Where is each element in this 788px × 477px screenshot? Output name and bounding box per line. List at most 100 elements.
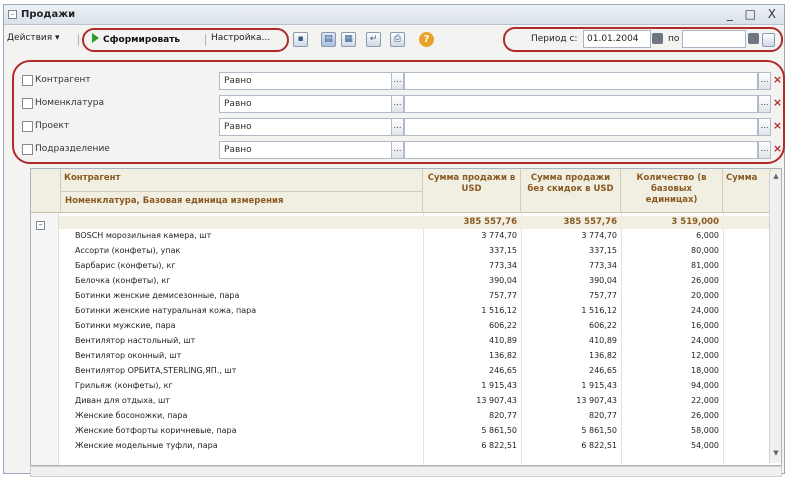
total-sum-no-discount: 385 557,76 — [563, 217, 617, 227]
export-icon[interactable]: ↵ — [366, 32, 381, 47]
window-title: Продажи — [21, 9, 76, 20]
filter-checkbox[interactable] — [22, 144, 33, 155]
clear-icon[interactable]: × — [772, 74, 783, 87]
condition-select-button[interactable]: … — [391, 141, 404, 159]
item-quantity: 81,000 — [691, 261, 719, 270]
item-sum-usd: 1 915,43 — [481, 381, 517, 390]
report-option-icon[interactable]: ▪ — [293, 32, 308, 47]
table-row[interactable]: Вентилятор оконный, шт 136,82 136,82 12,000 — [59, 350, 781, 363]
total-sum-usd: 385 557,76 — [463, 217, 517, 227]
header-group-nomenclature[interactable]: Номенклатура, Базовая единица измерения — [65, 196, 283, 206]
item-quantity: 6,000 — [696, 231, 719, 240]
item-quantity: 26,000 — [691, 276, 719, 285]
vertical-scrollbar[interactable]: ▲ ▼ — [769, 172, 781, 463]
scroll-down-icon[interactable]: ▼ — [771, 449, 781, 460]
clear-icon[interactable]: × — [772, 143, 783, 156]
table-row[interactable]: Грильяж (конфеты), кг 1 915,43 1 915,43 94,… — [59, 380, 781, 393]
item-sum-no-discount: 337,15 — [589, 246, 617, 255]
item-sum-no-discount: 606,22 — [589, 321, 617, 330]
filter-value-field[interactable] — [404, 95, 758, 113]
condition-select-button[interactable]: … — [391, 118, 404, 136]
filter-checkbox[interactable] — [22, 75, 33, 86]
print-icon[interactable]: ⎙ — [390, 32, 405, 47]
item-sum-no-discount: 757,77 — [589, 291, 617, 300]
item-sum-usd: 6 822,51 — [481, 441, 517, 450]
filter-row: Номенклатура Равно … … × — [12, 95, 784, 113]
filter-value-field[interactable] — [404, 72, 758, 90]
clear-icon[interactable]: × — [772, 120, 783, 133]
window-controls[interactable]: _ □ X — [727, 7, 780, 21]
table-row[interactable]: Женские босоножки, пара 820,77 820,77 26,00… — [59, 410, 781, 423]
clear-icon[interactable]: × — [772, 97, 783, 110]
table-row[interactable]: Ботинки женские натуральная кожа, пара 1 … — [59, 305, 781, 318]
filter-value-field[interactable] — [404, 118, 758, 136]
toolbar-separator — [78, 34, 79, 46]
item-name: Женские ботфорты коричневые, пара — [75, 426, 237, 435]
item-quantity: 24,000 — [691, 336, 719, 345]
value-select-button[interactable]: … — [758, 118, 771, 136]
table-row[interactable]: Диван для отдыха, шт 13 907,43 13 907,43 22… — [59, 395, 781, 408]
filter-condition-field[interactable]: Равно — [219, 95, 393, 113]
help-icon[interactable]: ? — [419, 32, 434, 47]
item-name: Ботинки женские демисезонные, пара — [75, 291, 240, 300]
highlight-oval — [503, 27, 783, 52]
filter-condition-field[interactable]: Равно — [219, 141, 393, 159]
item-quantity: 20,000 — [691, 291, 719, 300]
condition-select-button[interactable]: … — [391, 72, 404, 90]
filter-row: Проект Равно … … × — [12, 118, 784, 136]
title-bar: – Продажи _ □ X — [4, 5, 784, 25]
item-sum-usd: 337,15 — [489, 246, 517, 255]
item-quantity: 26,000 — [691, 411, 719, 420]
filter-condition-field[interactable]: Равно — [219, 72, 393, 90]
table-row[interactable]: Вентилятор настольный, шт 410,89 410,89 24,… — [59, 335, 781, 348]
window-menu-icon[interactable]: – — [8, 10, 17, 19]
item-name: Женские модельные туфли, пара — [75, 441, 218, 450]
item-sum-no-discount: 390,04 — [589, 276, 617, 285]
table-row[interactable]: BOSCH морозильная камера, шт 3 774,70 3 77… — [59, 230, 781, 243]
table-row[interactable]: Барбарис (конфеты), кг 773,34 773,34 81,000 — [59, 260, 781, 273]
value-select-button[interactable]: … — [758, 72, 771, 90]
item-name: Вентилятор оконный, шт — [75, 351, 182, 360]
item-sum-no-discount: 136,82 — [589, 351, 617, 360]
filter-name: Контрагент — [35, 75, 91, 85]
table-row[interactable]: Женские ботфорты коричневые, пара 5 861,5… — [59, 425, 781, 438]
header-sum-usd[interactable]: Сумма продажи в USD — [423, 169, 521, 213]
item-sum-no-discount: 5 861,50 — [581, 426, 617, 435]
condition-select-button[interactable]: … — [391, 95, 404, 113]
table-header: Контрагент Номенклатура, Базовая единица… — [31, 169, 781, 213]
table-row[interactable]: Ботинки женские демисезонные, пара 757,77… — [59, 290, 781, 303]
table-row[interactable]: Ботинки мужские, пара 606,22 606,22 16,000 — [59, 320, 781, 333]
table-view-icon[interactable]: ▦ — [341, 32, 356, 47]
filter-condition-field[interactable]: Равно — [219, 118, 393, 136]
item-sum-usd: 606,22 — [489, 321, 517, 330]
scroll-up-icon[interactable]: ▲ — [771, 172, 781, 183]
item-quantity: 16,000 — [691, 321, 719, 330]
value-select-button[interactable]: … — [758, 95, 771, 113]
item-name: Грильяж (конфеты), кг — [75, 381, 173, 390]
table-row[interactable]: Белочка (конфеты), кг 390,04 390,04 26,000 — [59, 275, 781, 288]
total-row[interactable]: 385 557,76 385 557,76 3 519,000 — [59, 216, 781, 229]
filter-name: Номенклатура — [35, 98, 104, 108]
item-name: Вентилятор ОРБИТА,STERLING,ЯП., шт — [75, 366, 237, 375]
toggle-settings-panel-icon[interactable]: ▤ — [321, 32, 336, 47]
filter-checkbox[interactable] — [22, 121, 33, 132]
horizontal-scrollbar[interactable] — [30, 466, 782, 477]
table-row[interactable]: Вентилятор ОРБИТА,STERLING,ЯП., шт 246,65… — [59, 365, 781, 378]
header-sum-extra[interactable]: Сумма — [723, 169, 771, 213]
filter-value-field[interactable] — [404, 141, 758, 159]
item-sum-no-discount: 246,65 — [589, 366, 617, 375]
header-quantity[interactable]: Количество (в базовых единицах) — [621, 169, 723, 213]
report-table: Контрагент Номенклатура, Базовая единица… — [30, 168, 782, 466]
table-row[interactable]: Ассорти (конфеты), упак 337,15 337,15 80,00… — [59, 245, 781, 258]
collapse-group-icon[interactable]: – — [36, 221, 45, 230]
header-sum-no-discount[interactable]: Сумма продажи без скидок в USD — [521, 169, 621, 213]
filter-checkbox[interactable] — [22, 98, 33, 109]
actions-menu-button[interactable]: Действия ▾ — [7, 33, 60, 43]
item-quantity: 22,000 — [691, 396, 719, 405]
item-sum-usd: 757,77 — [489, 291, 517, 300]
value-select-button[interactable]: … — [758, 141, 771, 159]
filter-name: Проект — [35, 121, 70, 131]
filter-name: Подразделение — [35, 144, 110, 154]
item-name: Диван для отдыха, шт — [75, 396, 170, 405]
table-row[interactable]: Женские модельные туфли, пара 6 822,51 6 8… — [59, 440, 781, 453]
